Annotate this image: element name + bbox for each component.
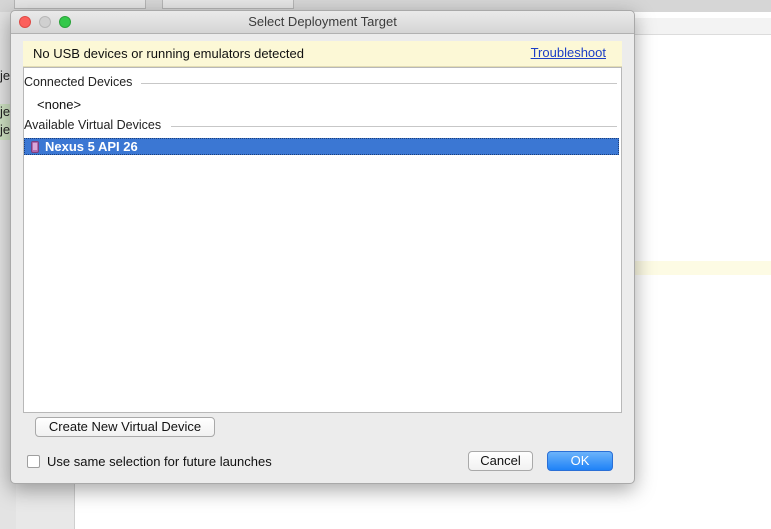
connected-devices-header: Connected Devices (24, 75, 133, 89)
ok-button[interactable]: OK (547, 451, 613, 471)
editor-tab-bar (634, 18, 771, 35)
device-label: Nexus 5 API 26 (45, 139, 138, 154)
available-virtual-devices-header: Available Virtual Devices (24, 118, 162, 132)
group-divider (141, 83, 617, 84)
remember-selection-checkbox[interactable] (27, 455, 40, 468)
group-divider (171, 126, 617, 127)
device-item-nexus-5-api-26[interactable]: Nexus 5 API 26 (24, 138, 619, 155)
troubleshoot-link[interactable]: Troubleshoot (531, 45, 606, 60)
dialog-title: Select Deployment Target (248, 14, 397, 29)
device-list[interactable]: Connected Devices <none> Available Virtu… (23, 67, 622, 413)
dialog-titlebar[interactable]: Select Deployment Target (11, 11, 634, 34)
ide-tab[interactable] (162, 0, 294, 9)
select-deployment-target-dialog: Select Deployment Target No USB devices … (10, 10, 635, 484)
ide-tab[interactable] (14, 0, 146, 9)
remember-selection-label[interactable]: Use same selection for future launches (47, 454, 272, 469)
warning-text: No USB devices or running emulators dete… (33, 46, 304, 61)
phone-icon (31, 141, 39, 153)
current-line-highlight (634, 261, 771, 275)
create-new-virtual-device-button[interactable]: Create New Virtual Device (35, 417, 215, 437)
no-devices-warning-banner: No USB devices or running emulators dete… (23, 41, 622, 67)
cancel-button[interactable]: Cancel (468, 451, 533, 471)
no-connected-devices-label: <none> (37, 97, 82, 112)
